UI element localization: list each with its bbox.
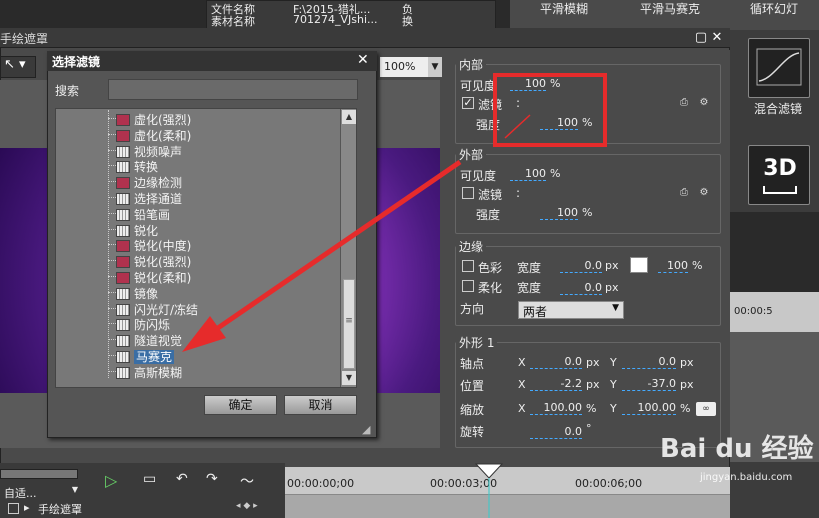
watermark-url: jingyan.baidu.com: [700, 472, 793, 483]
watermark-logo: Bai du 经验: [660, 434, 814, 464]
